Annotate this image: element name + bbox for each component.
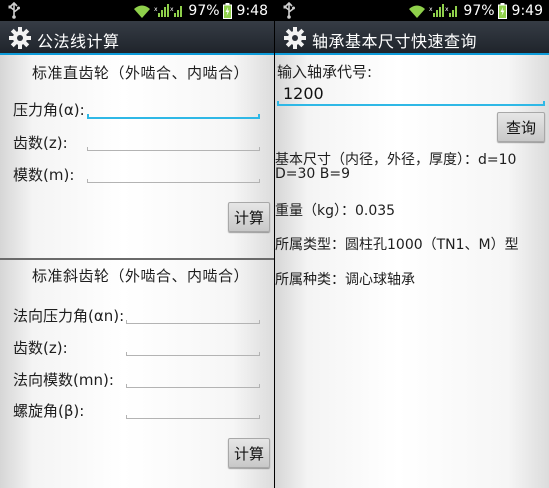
usb-icon [8,2,20,19]
helical-teeth-count-input[interactable] [126,352,260,356]
bearing-code-label: 输入轴承代号: [277,63,373,81]
spur-gear-heading: 标准直齿轮（外啮合、内啮合） [32,64,250,82]
spur-calc-button[interactable]: 计算 [228,202,270,232]
teeth-count-input[interactable] [87,147,260,151]
wifi-icon [134,5,151,18]
helix-angle-input[interactable] [126,415,260,419]
signal-icon: x x [429,4,458,17]
battery-percent: 97% [188,2,220,19]
bearing-kind-text: 所属种类：调心球轴承 [275,272,415,288]
helical-calc-button[interactable]: 计算 [228,438,270,468]
svg-text:x: x [170,6,174,13]
signal-icon: x x [154,4,183,17]
module-label: 模数(m): [13,166,75,184]
svg-text:x: x [445,6,449,13]
status-bar: x x 97% 9:48 [0,0,274,21]
app-title: 轴承基本尺寸快速查询 [312,32,478,51]
section-divider [0,258,274,260]
normal-pressure-angle-label: 法向压力角(αn): [13,307,125,325]
status-time: 9:49 [511,2,543,19]
normal-module-label: 法向模数(mn): [13,371,114,389]
gear-icon[interactable] [283,26,307,50]
helix-angle-label: 螺旋角(β): [13,402,85,420]
pressure-angle-label: 压力角(α): [13,101,85,119]
bearing-type-text: 所属类型：圆柱孔1000（TN1、M）型 [275,237,519,253]
bearing-query-screen: x x 97% 9:49 轴承基本尺寸快速查询 输入轴承代号: 1200 查询 … [275,0,549,488]
usb-icon [283,2,295,19]
bearing-code-input[interactable]: 1200 [283,84,324,103]
module-input[interactable] [87,179,260,183]
query-button[interactable]: 查询 [497,112,545,142]
action-bar: 公法线计算 [0,21,274,55]
status-bar: x x 97% 9:49 [275,0,549,21]
action-bar: 轴承基本尺寸快速查询 [275,21,549,55]
bearing-code-underline [277,101,545,106]
status-time: 9:48 [236,2,268,19]
app-title: 公法线计算 [37,32,120,51]
svg-text:x: x [429,6,433,13]
helical-gear-heading: 标准斜齿轮（外啮合、内啮合） [32,267,250,285]
normal-module-input[interactable] [126,384,260,388]
pressure-angle-input[interactable] [87,114,260,119]
normal-pressure-angle-input[interactable] [126,320,260,324]
teeth-count-label: 齿数(z): [13,134,68,152]
wifi-icon [409,5,426,18]
gear-calculator-screen: x x 97% 9:48 公法线计算 标准直齿轮（外啮合、内啮合） 压力角(α)… [0,0,274,488]
gear-icon[interactable] [8,26,32,50]
battery-percent: 97% [463,2,495,19]
battery-icon [222,2,232,19]
weight-text: 重量（kg）：0.035 [275,203,396,219]
helical-teeth-count-label: 齿数(z): [13,339,68,357]
battery-icon [497,2,507,19]
basic-dimensions-values: D=30 B=9 [275,166,351,182]
svg-text:x: x [154,6,158,13]
